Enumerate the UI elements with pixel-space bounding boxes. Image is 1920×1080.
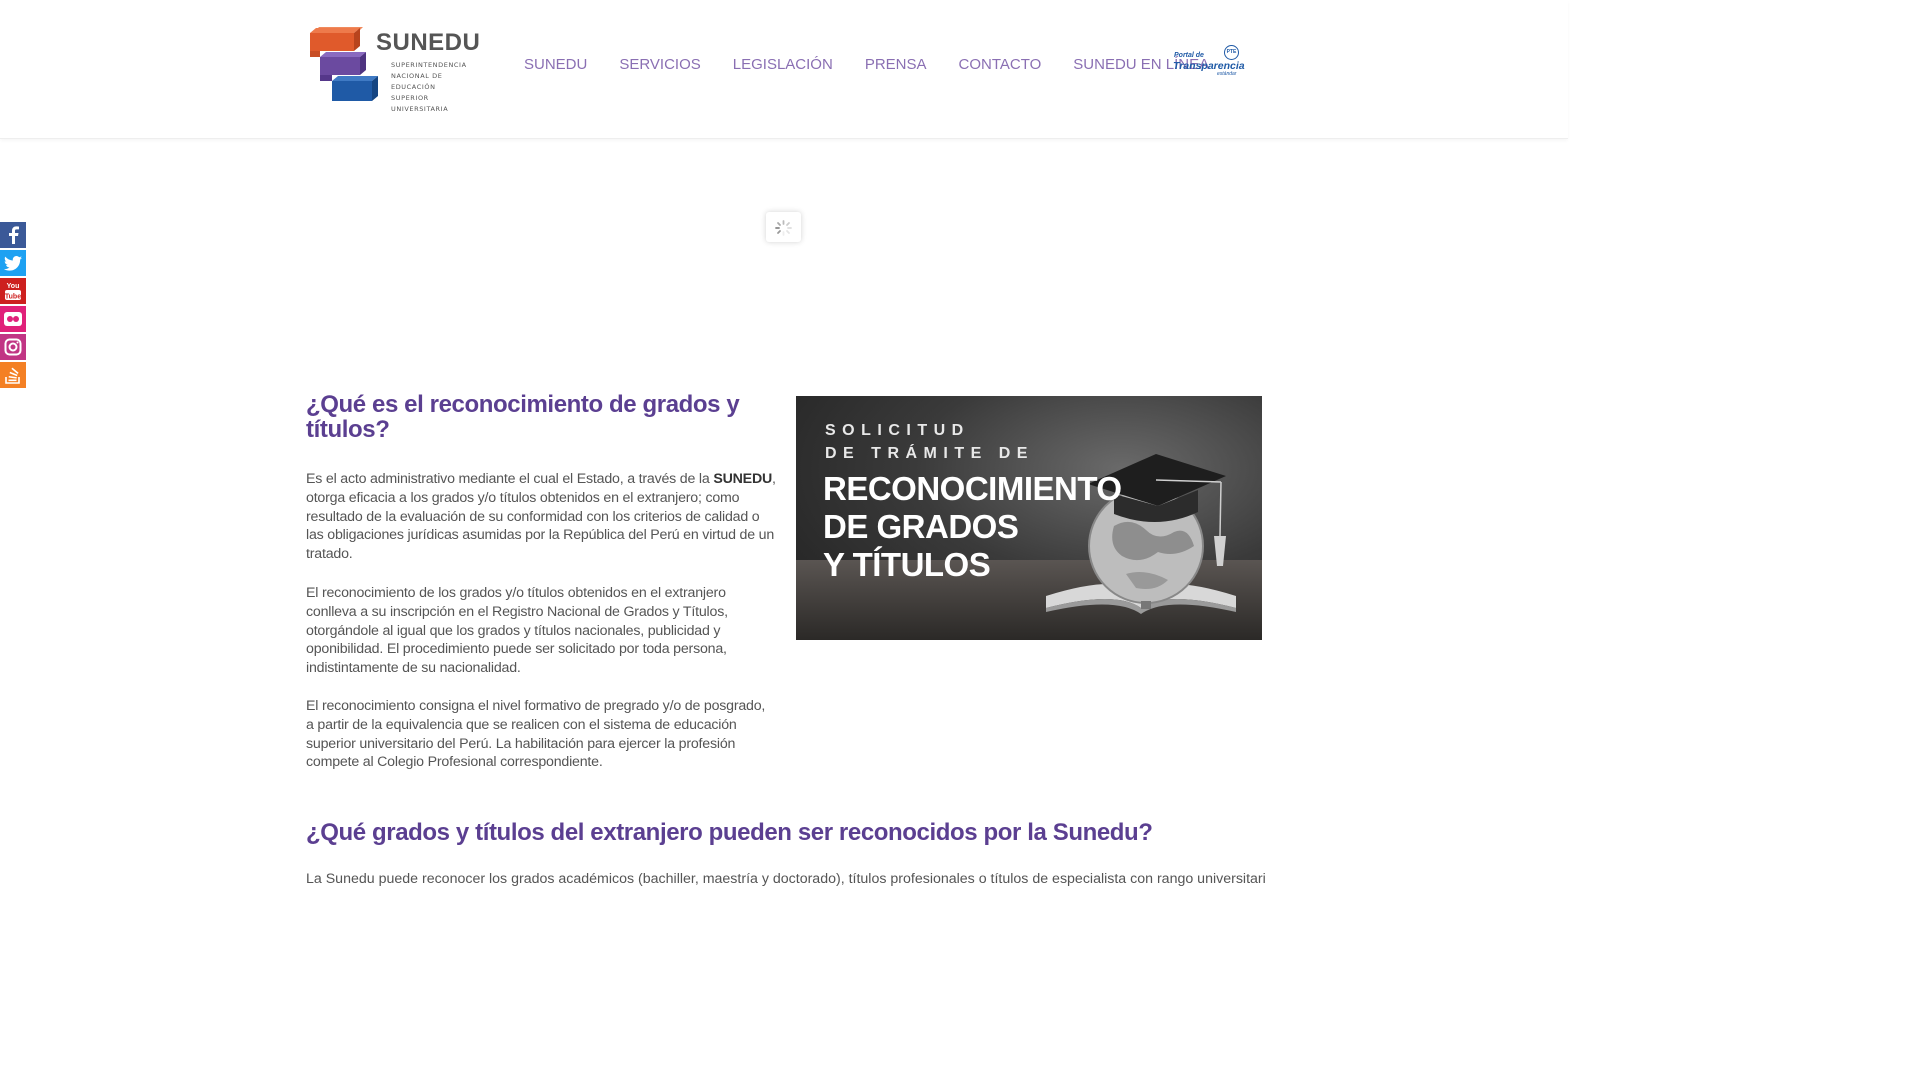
instagram-icon [4, 338, 22, 356]
sunedu-logo-mark [310, 26, 378, 101]
logo-subtitle: SUPERINTENDENCIA NACIONAL DE EDUCACIÓN S… [391, 60, 478, 115]
logo-subtitle-line: SUPERINTENDENCIA [391, 61, 467, 69]
spinner-icon [775, 220, 792, 236]
sunedu-logo[interactable]: SUNEDU SUPERINTENDENCIA NACIONAL DE EDUC… [308, 26, 481, 113]
nav-item-sunedu[interactable]: SUNEDU [524, 54, 587, 76]
portal-transparencia-link[interactable]: PTE Portal de Transparencia estándar [1172, 44, 1245, 78]
nav-item-legislacion[interactable]: LEGISLACIÓN [733, 54, 833, 76]
youtube-icon: You Tube [5, 283, 21, 301]
paragraph-nivel-formativo: El reconocimiento consigna el nivel form… [306, 698, 766, 771]
paragraph-text: Es el acto administrativo mediante el cu… [306, 471, 714, 487]
nav-item-contacto[interactable]: CONTACTO [959, 54, 1042, 76]
youtube-button[interactable]: You Tube [0, 278, 26, 304]
facebook-icon [9, 226, 19, 244]
banner-line-titulos: Y TÍTULOS [823, 546, 991, 583]
logo-wordmark: SUNEDU [376, 29, 481, 56]
svg-text:You: You [7, 283, 20, 290]
paragraph-que-grados: La Sunedu puede reconocer los grados aca… [306, 871, 1266, 887]
facebook-button[interactable] [0, 222, 26, 248]
reconocimiento-banner-image: SOLICITUD DE TRÁMITE DE RECONOCIMIENTO D… [796, 396, 1262, 640]
paragraph-inscripcion: El reconocimiento de los grados y/o títu… [306, 585, 728, 677]
flickr-button[interactable] [0, 306, 26, 332]
banner-line-grados: DE GRADOS [823, 508, 1019, 545]
banner-line-reconocimiento: RECONOCIMIENTO [823, 470, 1122, 507]
main-nav: SUNEDU SERVICIOS LEGISLACIÓN PRENSA CONT… [524, 54, 1241, 76]
site-header: SUNEDU SUPERINTENDENCIA NACIONAL DE EDUC… [0, 0, 1568, 139]
nav-item-prensa[interactable]: PRENSA [865, 54, 927, 76]
flickr-icon [4, 312, 22, 326]
instagram-button[interactable] [0, 334, 26, 360]
twitter-button[interactable] [0, 250, 26, 276]
transparencia-badge: PTE [1224, 45, 1239, 60]
transparencia-small-text: Portal de [1174, 52, 1204, 59]
banner-line-solicitud: SOLICITUD [825, 422, 970, 439]
loading-spinner [766, 212, 801, 242]
transparencia-tiny-text: estándar [1217, 71, 1237, 77]
logo-subtitle-line: SUPERIOR UNIVERSITARIA [391, 94, 449, 113]
nav-item-servicios[interactable]: SERVICIOS [619, 54, 700, 76]
logo-subtitle-line: NACIONAL DE EDUCACIÓN [391, 72, 443, 91]
twitter-icon [4, 255, 22, 271]
stackexchange-button[interactable] [0, 362, 26, 388]
svg-text:Tube: Tube [5, 294, 21, 301]
paragraph-bold-text: SUNEDU [713, 471, 773, 487]
banner-line-tramite: DE TRÁMITE DE [825, 445, 1034, 462]
section-title-reconocimiento: ¿Qué es el reconocimiento de grados y tí… [306, 391, 740, 443]
section-title-que-grados: ¿Qué grados y títulos del extranjero pue… [306, 819, 1153, 846]
social-sidebar: You Tube [0, 222, 26, 390]
stackexchange-icon [5, 367, 20, 384]
paragraph-definition: Es el acto administrativo mediante el cu… [306, 470, 776, 564]
